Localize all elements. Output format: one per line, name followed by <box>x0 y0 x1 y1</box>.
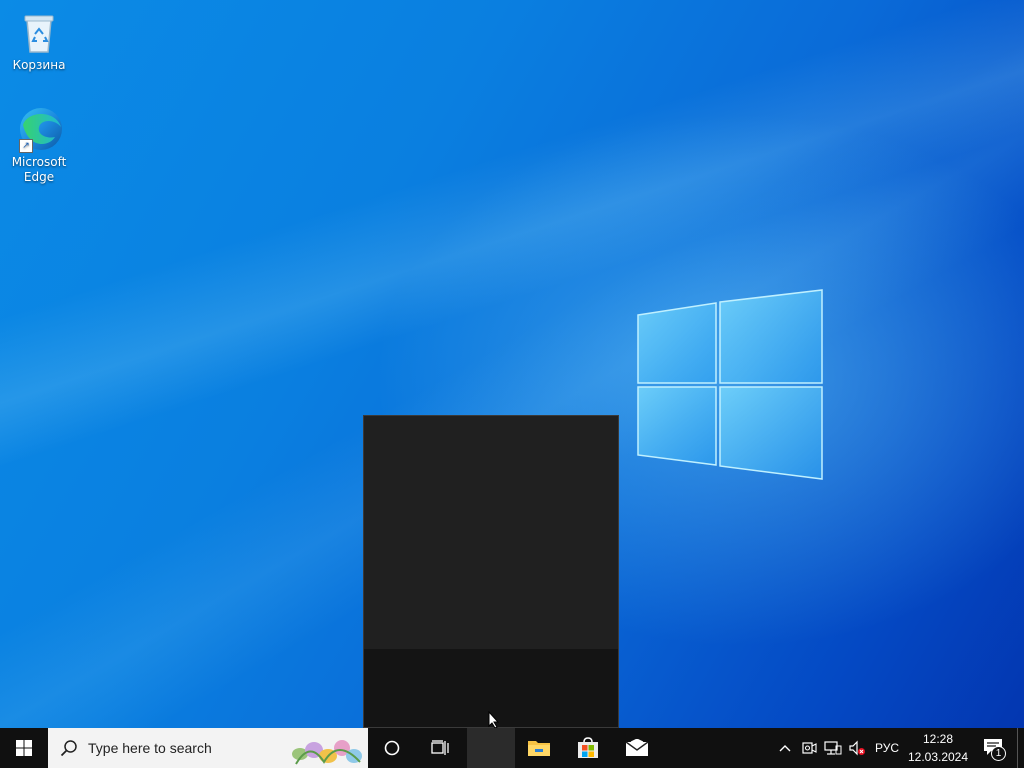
mouse-cursor-icon <box>488 711 500 728</box>
input-language: РУС <box>874 741 900 755</box>
taskbar-file-explorer[interactable] <box>515 728 563 768</box>
search-icon <box>60 740 77 757</box>
taskbar-preview-popup[interactable] <box>363 415 619 728</box>
edge-label-line1: Microsoft <box>11 155 67 169</box>
show-hidden-icons-button[interactable] <box>774 728 796 768</box>
search-placeholder: Type here to search <box>88 740 212 756</box>
show-desktop-button[interactable] <box>1017 728 1024 768</box>
cortana-circle-icon <box>384 740 400 756</box>
chevron-up-icon <box>779 745 791 752</box>
windows-start-icon <box>16 740 32 756</box>
start-button[interactable] <box>0 728 48 768</box>
search-highlight-flowers-icon <box>292 740 362 765</box>
camera-icon <box>802 742 817 754</box>
taskbar-mail[interactable] <box>613 728 661 768</box>
edge-label-line2: Edge <box>23 170 55 184</box>
meet-now-button[interactable] <box>798 728 820 768</box>
input-language-button[interactable]: РУС <box>870 728 904 768</box>
network-button[interactable] <box>822 728 844 768</box>
task-view-button[interactable] <box>416 728 464 768</box>
desktop: Корзина ↗ Microsoft Edge <box>0 0 1024 728</box>
notification-count-badge: 1 <box>991 746 1006 761</box>
recycle-bin-icon <box>15 8 63 56</box>
action-center-button[interactable]: 1 <box>974 728 1014 768</box>
search-box[interactable]: Type here to search <box>48 728 368 768</box>
network-icon <box>824 741 842 755</box>
desktop-icon-edge[interactable]: ↗ Microsoft Edge <box>1 105 77 185</box>
clock[interactable]: 12:28 12.03.2024 <box>906 730 970 766</box>
taskbar: Type here to search РУС 12:28 12.03.2024… <box>0 728 1024 768</box>
folder-icon <box>528 741 550 756</box>
mail-icon <box>625 739 649 756</box>
notification-count: 1 <box>995 748 1002 759</box>
clock-date: 12.03.2024 <box>907 750 969 764</box>
windows-logo-wallpaper <box>637 289 823 480</box>
shortcut-arrow-icon: ↗ <box>19 139 33 153</box>
taskbar-microsoft-store[interactable] <box>564 728 612 768</box>
taskbar-active-app[interactable] <box>467 728 515 768</box>
store-icon <box>578 737 598 758</box>
volume-muted-icon <box>849 740 865 756</box>
volume-button[interactable] <box>846 728 868 768</box>
cortana-button[interactable] <box>368 728 416 768</box>
recycle-bin-label: Корзина <box>12 58 66 72</box>
desktop-icon-recycle-bin[interactable]: Корзина <box>1 8 77 73</box>
task-view-icon <box>431 740 449 755</box>
clock-time: 12:28 <box>922 732 954 746</box>
edge-icon: ↗ <box>15 105 63 153</box>
